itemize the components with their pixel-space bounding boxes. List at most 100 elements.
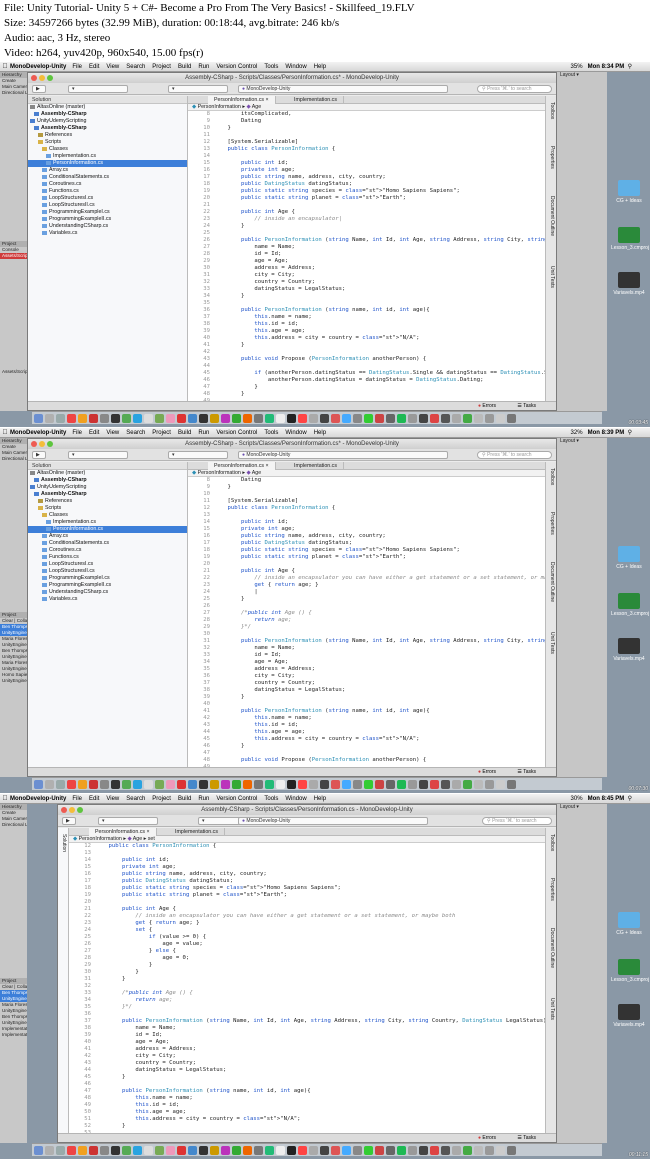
dock-app-icon[interactable] (78, 414, 87, 423)
dock-app-icon[interactable] (353, 780, 362, 789)
dock-app-icon[interactable] (265, 780, 274, 789)
dock-app-icon[interactable] (463, 780, 472, 789)
dock-app-icon[interactable] (320, 414, 329, 423)
dock-app-icon[interactable] (111, 414, 120, 423)
code-area[interactable]: 8 itsComplicated, 9 Dating 10 } 11 12 [Syste… (188, 111, 545, 401)
zoom-icon[interactable] (77, 807, 83, 813)
solution-item[interactable]: Implementation.cs (28, 153, 187, 160)
dock-app-icon[interactable] (408, 414, 417, 423)
dock-app-icon[interactable] (485, 1146, 494, 1155)
dock-app-icon[interactable] (254, 414, 263, 423)
dock-app-icon[interactable] (331, 1146, 340, 1155)
config-select[interactable]: ▾ (98, 817, 158, 825)
dock-app-icon[interactable] (210, 414, 219, 423)
dock-app-icon[interactable] (177, 1146, 186, 1155)
solution-item[interactable]: LoopStructuresII.cs (28, 202, 187, 209)
desktop-file-cmproj[interactable]: Lesson_3.cmproj (611, 593, 649, 617)
dock-app-icon[interactable] (265, 414, 274, 423)
menu-item[interactable]: Search (126, 796, 145, 802)
console-clear-button[interactable]: Clear (2, 984, 13, 989)
dock-app-icon[interactable] (210, 780, 219, 789)
dock-app-icon[interactable] (232, 414, 241, 423)
dock-app-icon[interactable] (243, 1146, 252, 1155)
dock-app-icon[interactable] (133, 1146, 142, 1155)
desktop-file-mp4[interactable]: Variavels.mp4 (611, 1004, 647, 1028)
dock-app-icon[interactable] (474, 414, 483, 423)
menu-item[interactable]: Help (314, 64, 326, 70)
dock-app-icon[interactable] (485, 780, 494, 789)
dock-app-icon[interactable] (331, 414, 340, 423)
menu-item[interactable]: Window (285, 430, 306, 436)
search-icon[interactable]: ⚲ (628, 430, 632, 436)
menu-item[interactable]: Build (178, 796, 191, 802)
solution-item[interactable]: LoopStructuresI.cs (28, 561, 187, 568)
dock-app-icon[interactable] (452, 780, 461, 789)
console-collapse-button[interactable]: Collapse (17, 618, 27, 623)
apple-icon[interactable]:  (0, 794, 10, 804)
breadcrumb-class[interactable]: PersonInformation (79, 836, 122, 842)
sidetab-properties[interactable]: Properties (548, 512, 555, 535)
tasks-button[interactable]: ☰ Tasks (517, 403, 536, 409)
sidetab-toolbox[interactable]: Toolbox (548, 102, 555, 119)
dock-app-icon[interactable] (56, 414, 65, 423)
dock-app-icon[interactable] (507, 780, 516, 789)
tab-person-information[interactable]: PersonInformation.cs × (89, 828, 157, 836)
breadcrumb-class[interactable]: PersonInformation (198, 104, 241, 110)
dock-app-icon[interactable] (89, 780, 98, 789)
menu-item[interactable]: Tools (264, 64, 278, 70)
tab-implementation[interactable]: Implementation.cs (288, 96, 344, 104)
breadcrumb-extra[interactable]: set (148, 836, 155, 842)
dock-app-icon[interactable] (34, 780, 43, 789)
search-icon[interactable]: ⚲ (628, 796, 632, 802)
dock-app-icon[interactable] (199, 1146, 208, 1155)
solution-item[interactable]: ConditionalStatements.cs (28, 174, 187, 181)
zoom-icon[interactable] (47, 441, 53, 447)
dock-app-icon[interactable] (276, 1146, 285, 1155)
dock-app-icon[interactable] (177, 414, 186, 423)
solution-item[interactable]: Variables.cs (28, 596, 187, 603)
dock-app-icon[interactable] (309, 414, 318, 423)
dock-app-icon[interactable] (199, 780, 208, 789)
dock-app-icon[interactable] (298, 1146, 307, 1155)
menu-item[interactable]: Help (314, 796, 326, 802)
solution-item[interactable]: ConditionalStatements.cs (28, 540, 187, 547)
code-area[interactable]: 8 Dating 9 } 10 11 [System.Serializable] 12 … (188, 477, 545, 767)
run-icon[interactable]: ▶ (62, 817, 76, 825)
dock-app-icon[interactable] (309, 1146, 318, 1155)
menu-item[interactable]: View (106, 796, 119, 802)
dock-app-icon[interactable] (34, 1146, 43, 1155)
solution-header[interactable]: Solution (28, 96, 187, 104)
menu-item[interactable]: Build (178, 64, 191, 70)
target-select[interactable]: ▾ (168, 451, 228, 459)
solution-item[interactable]: LoopStructuresII.cs (28, 568, 187, 575)
tab-implementation[interactable]: Implementation.cs (288, 462, 344, 470)
dock-app-icon[interactable] (496, 1146, 505, 1155)
solution-item[interactable]: PersonInformation.cs (28, 160, 187, 167)
dock-app-icon[interactable] (221, 780, 230, 789)
menubar-clock[interactable]: Mon 8:39 PM (588, 430, 625, 436)
sidetab-toolbox[interactable]: Toolbox (548, 834, 555, 851)
dock-app-icon[interactable] (342, 780, 351, 789)
dock-app-icon[interactable] (287, 414, 296, 423)
solution-item[interactable]: UnderstandingCSharp.cs (28, 589, 187, 596)
solution-item[interactable]: UnderstandingCSharp.cs (28, 223, 187, 230)
menu-item[interactable]: View (106, 64, 119, 70)
breadcrumb-member[interactable]: Age (252, 470, 261, 476)
menubar-clock[interactable]: Mon 8:45 PM (588, 796, 625, 802)
dock-app-icon[interactable] (507, 1146, 516, 1155)
menu-item[interactable]: Run (198, 796, 209, 802)
solution-item[interactable]: Functions.cs (28, 554, 187, 561)
hierarchy-item-light[interactable]: Directional Light (0, 456, 27, 462)
dock-app-icon[interactable] (419, 1146, 428, 1155)
close-icon[interactable] (31, 441, 37, 447)
dock-app-icon[interactable] (364, 780, 373, 789)
solution-item[interactable]: Array.cs (28, 167, 187, 174)
menu-item[interactable]: Project (152, 796, 171, 802)
dock-app-icon[interactable] (199, 414, 208, 423)
dock-app-icon[interactable] (221, 414, 230, 423)
dock-app-icon[interactable] (166, 780, 175, 789)
dock-app-icon[interactable] (89, 414, 98, 423)
dock-app-icon[interactable] (188, 780, 197, 789)
tasks-button[interactable]: ☰ Tasks (517, 1135, 536, 1141)
dock-app-icon[interactable] (320, 780, 329, 789)
